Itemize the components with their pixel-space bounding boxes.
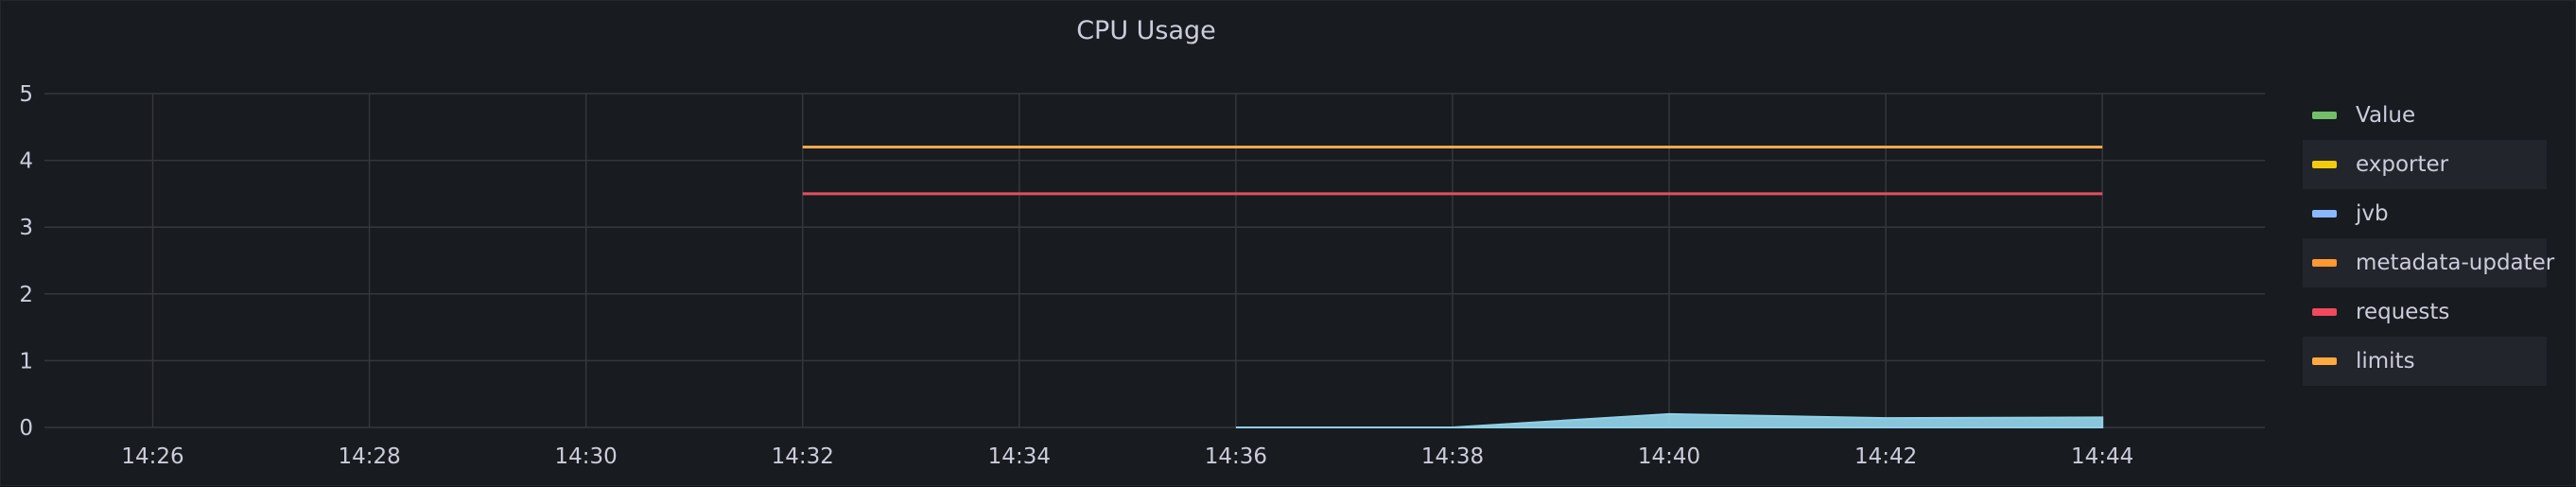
x-tick-label: 14:28: [338, 444, 400, 469]
y-tick-label: 4: [19, 149, 33, 174]
y-tick-label: 0: [19, 416, 33, 441]
legend: Value exporter jvb metadata-updater requests…: [2303, 91, 2554, 386]
legend-item-requests[interactable]: requests: [2303, 287, 2547, 337]
legend-label: Value: [2356, 103, 2416, 128]
legend-label: requests: [2356, 300, 2450, 324]
y-tick-label: 5: [19, 82, 33, 107]
y-tick-label: 1: [19, 349, 33, 374]
legend-swatch-icon: [2312, 357, 2337, 365]
cpu-usage-chart[interactable]: 012345 14:26 14:28 14:30 14:32 14:34 14:36 14:…: [1, 1, 2576, 487]
cpu-usage-panel: CPU Usage 012345 14:26 14:28 14:30 14:32 14:…: [0, 0, 2576, 486]
x-tick-label: 14:40: [1638, 444, 1700, 469]
legend-item-exporter[interactable]: exporter: [2303, 140, 2547, 189]
legend-swatch-icon: [2312, 161, 2337, 168]
legend-label: exporter: [2356, 152, 2449, 177]
grid: [44, 93, 2265, 428]
legend-item-metadata-updater[interactable]: metadata-updater: [2303, 238, 2554, 287]
legend-label: jvb: [2356, 201, 2389, 226]
y-axis: 0 1 2 3 4 5: [19, 82, 33, 441]
legend-swatch-icon: [2312, 259, 2337, 267]
legend-item-jvb[interactable]: jvb: [2303, 189, 2547, 238]
x-tick-label: 14:36: [1205, 444, 1267, 469]
x-tick-label: 14:26: [121, 444, 183, 469]
x-axis: 14:26 14:28 14:30 14:32 14:34 14:36 14:38 14:40…: [121, 444, 2133, 469]
x-tick-label: 14:34: [988, 444, 1051, 469]
legend-item-value[interactable]: Value: [2303, 91, 2547, 140]
legend-label: metadata-updater: [2356, 251, 2555, 275]
x-tick-label: 14:30: [555, 444, 618, 469]
x-tick-label: 14:44: [2071, 444, 2133, 469]
series-jvb-area[interactable]: [1235, 412, 2104, 428]
y-tick-label: 3: [19, 216, 33, 240]
x-tick-label: 14:42: [1854, 444, 1917, 469]
y-tick-label: 2: [19, 283, 33, 307]
legend-label: limits: [2356, 349, 2415, 374]
legend-swatch-icon: [2312, 112, 2337, 119]
x-tick-label: 14:32: [772, 444, 834, 469]
legend-swatch-icon: [2312, 308, 2337, 316]
legend-item-limits[interactable]: limits: [2303, 337, 2547, 386]
legend-swatch-icon: [2312, 210, 2337, 217]
x-tick-label: 14:38: [1421, 444, 1484, 469]
